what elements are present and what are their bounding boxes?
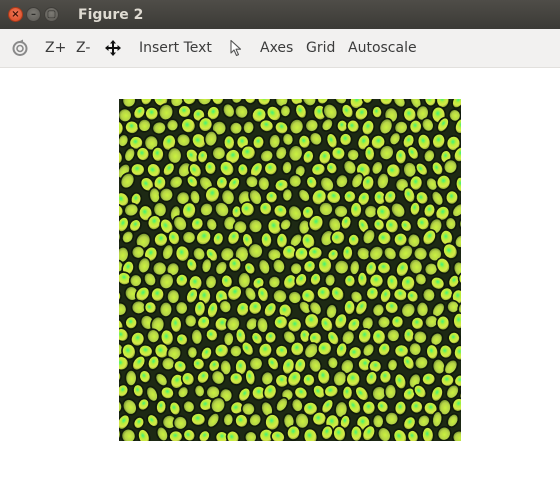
close-button[interactable]: × xyxy=(8,7,23,22)
texture-cell xyxy=(168,429,184,441)
maximize-button[interactable]: ▢ xyxy=(44,7,59,22)
texture-cell xyxy=(151,146,165,163)
pointer-icon xyxy=(230,39,242,57)
window-controls: × – ▢ xyxy=(8,7,59,22)
texture-cell xyxy=(183,313,198,329)
axes-button[interactable]: Axes xyxy=(260,29,293,67)
texture-cell xyxy=(307,245,324,261)
texture-cell xyxy=(408,119,423,135)
texture-cell xyxy=(190,328,204,346)
figure-window: × – ▢ Figure 2 Z+ Z- Insert Text Axes Gr… xyxy=(0,0,560,489)
texture-cells xyxy=(119,99,461,441)
pointer-button[interactable] xyxy=(229,29,243,67)
toolbar: Z+ Z- Insert Text Axes Grid Autoscale xyxy=(0,29,560,68)
texture-cell xyxy=(222,134,236,151)
reset-view-button[interactable] xyxy=(11,29,29,67)
texture-cell xyxy=(289,341,305,357)
texture-cell xyxy=(410,316,425,331)
texture-cell xyxy=(349,201,363,219)
insert-text-button[interactable]: Insert Text xyxy=(139,29,212,67)
texture-cell xyxy=(190,412,207,427)
texture-cell xyxy=(288,173,303,189)
texture-cell xyxy=(186,345,199,360)
texture-cell xyxy=(222,412,235,427)
move-icon xyxy=(105,40,121,56)
minimize-button[interactable]: – xyxy=(26,7,41,22)
texture-cell xyxy=(169,315,183,334)
texture-cell xyxy=(394,148,408,165)
texture-cell xyxy=(378,369,393,385)
texture-cell xyxy=(303,312,320,330)
texture-cell xyxy=(447,331,461,345)
autoscale-button[interactable]: Autoscale xyxy=(348,29,417,67)
texture-image xyxy=(119,99,461,441)
texture-cell xyxy=(356,271,369,288)
reset-view-icon xyxy=(12,39,28,56)
texture-cell xyxy=(452,312,461,330)
texture-cell xyxy=(386,328,401,343)
figure-canvas[interactable] xyxy=(0,68,560,489)
texture-cell xyxy=(227,257,243,273)
texture-cell xyxy=(317,256,333,275)
title-bar: × – ▢ Figure 2 xyxy=(0,0,560,29)
zoom-in-button[interactable]: Z+ xyxy=(45,29,66,67)
zoom-out-button[interactable]: Z- xyxy=(76,29,90,67)
texture-cell xyxy=(444,189,460,206)
texture-cell xyxy=(281,187,294,203)
texture-cell xyxy=(408,341,423,357)
texture-cell xyxy=(390,314,405,329)
texture-cell xyxy=(177,104,192,119)
grid-button[interactable]: Grid xyxy=(306,29,335,67)
texture-cell xyxy=(363,145,376,162)
texture-cell xyxy=(260,231,273,249)
texture-cell xyxy=(409,399,424,415)
texture-cell xyxy=(158,301,174,318)
texture-cell xyxy=(128,273,143,288)
texture-cell xyxy=(343,299,357,316)
window-title: Figure 2 xyxy=(78,6,144,23)
texture-cell xyxy=(181,230,197,245)
texture-cell xyxy=(263,161,279,176)
texture-cell xyxy=(402,327,416,344)
texture-cell xyxy=(346,148,360,162)
texture-cell xyxy=(341,385,354,401)
texture-cell xyxy=(347,233,361,247)
texture-cell xyxy=(124,369,138,387)
texture-cell xyxy=(341,244,354,262)
texture-cell xyxy=(349,424,363,441)
texture-cell xyxy=(383,383,398,400)
texture-cell xyxy=(264,413,281,432)
texture-cell xyxy=(302,373,316,388)
texture-cell xyxy=(174,300,189,316)
move-button[interactable] xyxy=(104,29,122,67)
texture-cell xyxy=(124,315,139,330)
texture-cell xyxy=(415,301,430,318)
texture-cell xyxy=(166,146,183,165)
texture-cell xyxy=(371,105,383,119)
texture-cell xyxy=(376,260,392,275)
texture-cell xyxy=(343,273,357,288)
texture-cell xyxy=(279,104,292,118)
texture-cell xyxy=(435,314,451,332)
